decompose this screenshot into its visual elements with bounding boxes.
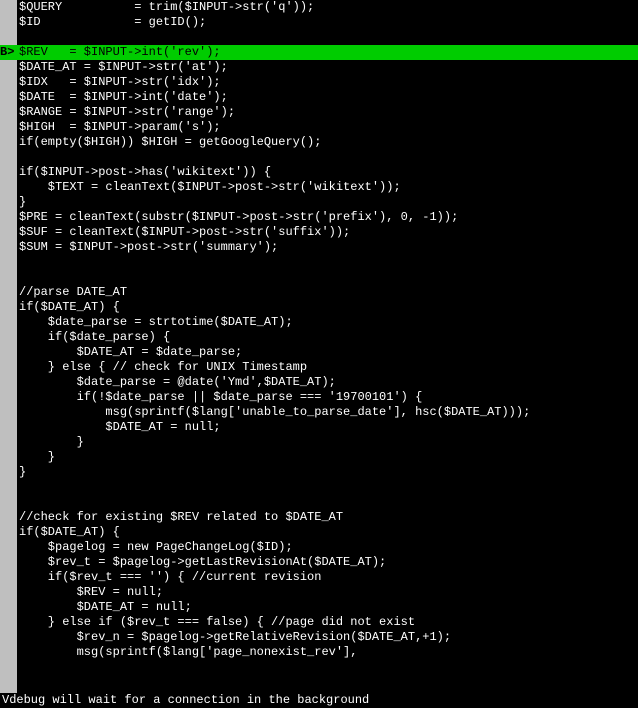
code-line[interactable]: msg(sprintf($lang['page_nonexist_rev'],: [17, 645, 638, 660]
code-line[interactable]: [17, 255, 638, 270]
code-line[interactable]: $HIGH = $INPUT->param('s');: [17, 120, 638, 135]
code-line[interactable]: }: [17, 465, 638, 480]
code-line[interactable]: $DATE_AT = null;: [17, 420, 638, 435]
code-line[interactable]: $DATE_AT = $date_parse;: [17, 345, 638, 360]
status-line: Vdebug will wait for a connection in the…: [0, 693, 638, 708]
code-line[interactable]: $TEXT = cleanText($INPUT->post->str('wik…: [17, 180, 638, 195]
code-line[interactable]: //parse DATE_AT: [17, 285, 638, 300]
code-line[interactable]: $pagelog = new PageChangeLog($ID);: [17, 540, 638, 555]
code-line[interactable]: if($DATE_AT) {: [17, 525, 638, 540]
code-line[interactable]: $ID = getID();: [17, 15, 638, 30]
code-line[interactable]: $SUM = $INPUT->post->str('summary');: [17, 240, 638, 255]
code-line[interactable]: $SUF = cleanText($INPUT->post->str('suff…: [17, 225, 638, 240]
code-line[interactable]: $PRE = cleanText(substr($INPUT->post->st…: [17, 210, 638, 225]
code-line[interactable]: $DATE = $INPUT->int('date');: [17, 90, 638, 105]
code-line[interactable]: }: [17, 435, 638, 450]
code-line[interactable]: [17, 480, 638, 495]
editor-gutter: B>: [0, 0, 17, 708]
code-line[interactable]: $REV = null;: [17, 585, 638, 600]
code-line[interactable]: }: [17, 450, 638, 465]
code-line[interactable]: [17, 150, 638, 165]
code-line[interactable]: $rev_n = $pagelog->getRelativeRevision($…: [17, 630, 638, 645]
breakpoint-marker: B>: [0, 45, 17, 60]
code-line[interactable]: } else if ($rev_t === false) { //page di…: [17, 615, 638, 630]
code-line[interactable]: $DATE_AT = $INPUT->str('at');: [17, 60, 638, 75]
code-line[interactable]: msg(sprintf($lang['unable_to_parse_date'…: [17, 405, 638, 420]
code-line[interactable]: $date_parse = strtotime($DATE_AT);: [17, 315, 638, 330]
code-line[interactable]: $RANGE = $INPUT->str('range');: [17, 105, 638, 120]
code-editor[interactable]: $QUERY = trim($INPUT->str('q'));$ID = ge…: [17, 0, 638, 660]
code-line[interactable]: if(!$date_parse || $date_parse === '1970…: [17, 390, 638, 405]
code-line[interactable]: $DATE_AT = null;: [17, 600, 638, 615]
code-line[interactable]: } else { // check for UNIX Timestamp: [17, 360, 638, 375]
code-line[interactable]: $QUERY = trim($INPUT->str('q'));: [17, 0, 638, 15]
code-line[interactable]: if($INPUT->post->has('wikitext')) {: [17, 165, 638, 180]
code-line[interactable]: $rev_t = $pagelog->getLastRevisionAt($DA…: [17, 555, 638, 570]
code-line[interactable]: [17, 270, 638, 285]
code-line[interactable]: }: [17, 195, 638, 210]
code-line[interactable]: if($DATE_AT) {: [17, 300, 638, 315]
code-line[interactable]: $IDX = $INPUT->str('idx');: [17, 75, 638, 90]
code-line[interactable]: [17, 495, 638, 510]
code-line[interactable]: if(empty($HIGH)) $HIGH = getGoogleQuery(…: [17, 135, 638, 150]
code-line[interactable]: //check for existing $REV related to $DA…: [17, 510, 638, 525]
code-line-current[interactable]: $REV = $INPUT->int('rev');: [17, 45, 638, 60]
code-line[interactable]: [17, 30, 638, 45]
code-line[interactable]: $date_parse = @date('Ymd',$DATE_AT);: [17, 375, 638, 390]
code-line[interactable]: if($date_parse) {: [17, 330, 638, 345]
code-line[interactable]: if($rev_t === '') { //current revision: [17, 570, 638, 585]
